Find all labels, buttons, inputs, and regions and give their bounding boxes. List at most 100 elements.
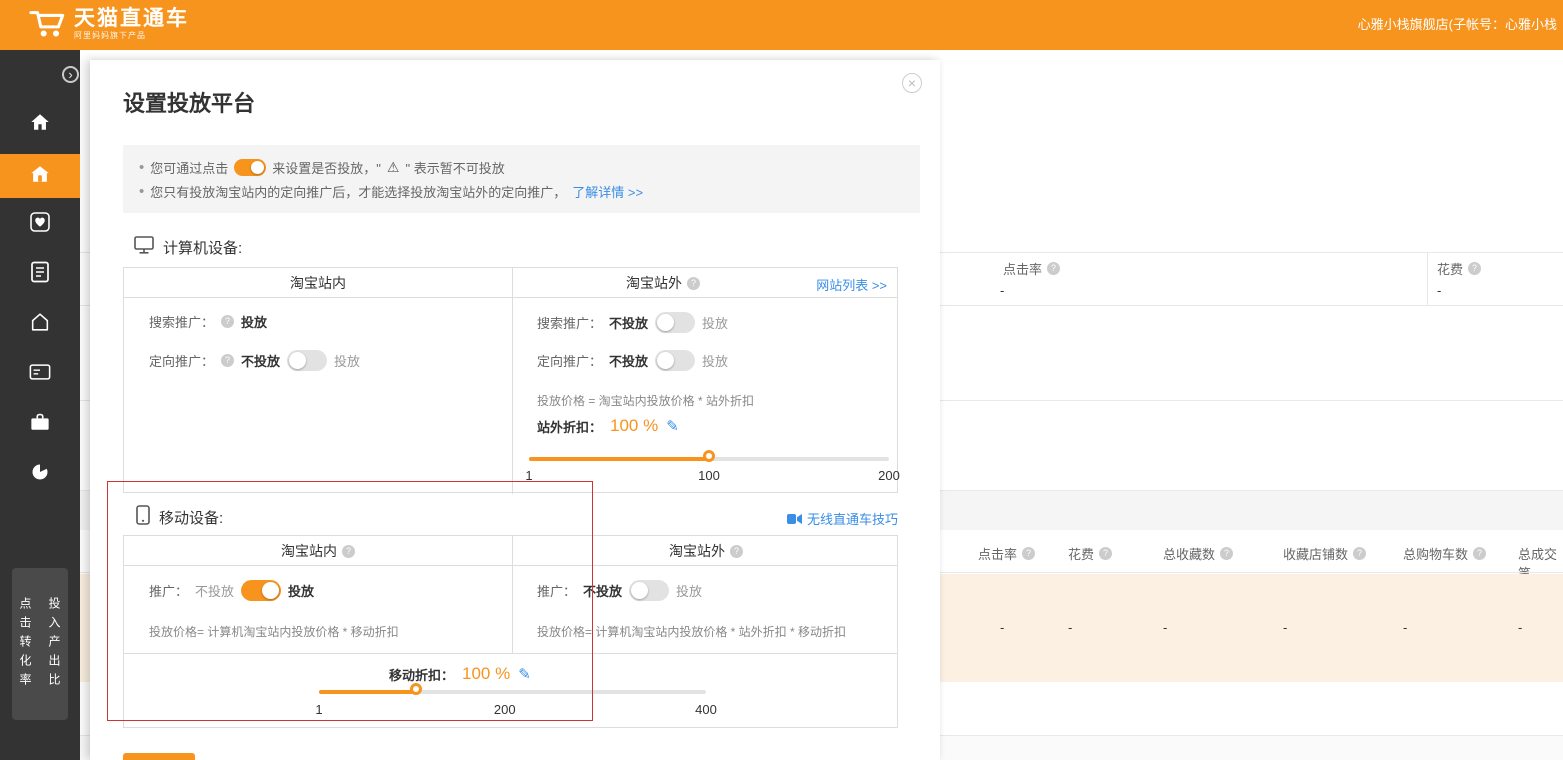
mobile-discount-label: 移动折扣： xyxy=(389,665,454,684)
target-promo-label: 定向推广： xyxy=(149,351,214,370)
mobile-section-title: 移动设备: xyxy=(159,507,223,528)
bullet-icon: • xyxy=(139,183,144,200)
mobile-discount-slider[interactable] xyxy=(319,690,706,694)
search-on-label: 投放 xyxy=(702,313,728,332)
mobile-onsite-toggle[interactable] xyxy=(241,580,281,601)
metric-roi-label: 投入产出比 xyxy=(46,597,63,692)
bg-table1-value-ctr: - xyxy=(1000,283,1004,298)
main-content: 点击率 ? 花费 ? - - 点击率 ? 花费 ? 总收藏数 ? 收藏店铺数 ?… xyxy=(80,50,1563,760)
col-header-cost: 花费 xyxy=(1437,259,1463,278)
app-header: 天猫直通车 阿里妈妈旗下产品 心雅小栈旗舰店(子帐号：心雅小栈 xyxy=(0,0,1563,50)
app-subtitle: 阿里妈妈旗下产品 xyxy=(74,30,189,41)
col-header: 总购物车数 xyxy=(1403,544,1468,563)
target-on-label: 投放 xyxy=(702,351,728,370)
edit-icon[interactable]: ✎ xyxy=(666,417,679,435)
offsite-target-toggle[interactable] xyxy=(655,350,695,371)
cell-value: - xyxy=(1163,620,1167,635)
cart-logo-icon xyxy=(28,6,66,42)
offsite-slider-labels: 1 100 200 xyxy=(529,468,889,484)
document-icon xyxy=(30,261,50,288)
metric-click-conversion-label: 点击转化率 xyxy=(17,597,34,692)
bullet-icon: • xyxy=(139,159,144,176)
col-header: 总收藏数 xyxy=(1163,544,1215,563)
info-icon[interactable]: ? xyxy=(342,545,355,558)
info-icon[interactable]: ? xyxy=(730,545,743,558)
cell-value: - xyxy=(1518,620,1522,635)
bg-table2-header: 总收藏数 ? xyxy=(1163,544,1233,563)
slider-handle[interactable] xyxy=(703,450,715,462)
pie-chart-icon xyxy=(30,462,50,487)
bg-table1-value-cost: - xyxy=(1437,283,1441,298)
sidebar-item-reports[interactable] xyxy=(0,252,80,296)
sidebar-item-tools[interactable] xyxy=(0,402,80,446)
promo-off-label: 不投放 xyxy=(195,581,234,600)
search-promo-state: 投放 xyxy=(241,312,267,331)
sidebar-metrics-panel[interactable]: 点击转化率 投入产出比 xyxy=(12,568,68,720)
slider-min-label: 1 xyxy=(525,468,532,483)
notice-line-2: • 您只有投放淘宝站内的定向推广后，才能选择投放淘宝站外的定向推广， 了解详情 … xyxy=(139,182,904,201)
sidebar-item-campaign-active[interactable] xyxy=(0,154,80,198)
sidebar-item-shop[interactable] xyxy=(0,302,80,346)
save-button[interactable] xyxy=(123,753,195,760)
learn-more-link[interactable]: 了解详情 >> xyxy=(572,182,643,201)
info-icon[interactable]: ? xyxy=(221,354,234,367)
bg-table2-header: 点击率 ? xyxy=(978,544,1035,563)
offsite-search-toggle[interactable] xyxy=(655,312,695,333)
account-name[interactable]: 心雅小栈旗舰店(子帐号：心雅小栈 xyxy=(1358,0,1557,50)
sidebar-item-data[interactable] xyxy=(0,452,80,496)
slider-max-label: 400 xyxy=(695,702,717,717)
slider-min-label: 1 xyxy=(315,702,322,717)
offsite-discount-value: 100 % xyxy=(610,416,658,436)
campaign-icon xyxy=(29,163,51,190)
promo-on-label: 投放 xyxy=(676,581,702,600)
promo-label: 推广： xyxy=(149,581,188,600)
slider-mid-label: 200 xyxy=(494,702,516,717)
col-header: 点击率 xyxy=(978,544,1017,563)
search-promo-label: 搜索推广： xyxy=(149,312,214,331)
website-list-link[interactable]: 网站列表 >> xyxy=(816,275,887,294)
col-title-text: 淘宝站外 xyxy=(626,268,682,298)
info-icon[interactable]: ? xyxy=(221,315,234,328)
mobile-offsite-header: 淘宝站外 ? xyxy=(513,536,899,566)
slider-handle[interactable] xyxy=(410,683,422,695)
edit-icon[interactable]: ✎ xyxy=(518,665,531,683)
cell-value: - xyxy=(1283,620,1287,635)
wireless-tips-link[interactable]: 无线直通车技巧 xyxy=(807,509,898,528)
offsite-price-formula: 投放价格 = 淘宝站内投放价格 * 站外折扣 xyxy=(537,392,754,409)
onsite-target-toggle[interactable] xyxy=(287,350,327,371)
notice-text: 来设置是否投放，" xyxy=(272,158,381,177)
mobile-onsite-promo-row: 推广： 不投放 投放 xyxy=(149,580,314,601)
info-icon[interactable]: ? xyxy=(1099,547,1112,560)
offsite-discount-slider[interactable] xyxy=(529,457,889,461)
example-toggle-on xyxy=(234,159,266,176)
mobile-onsite-formula: 投放价格= 计算机淘宝站内投放价格 * 移动折扣 xyxy=(149,623,399,640)
onsite-search-row: 搜索推广： ? 投放 xyxy=(149,312,267,331)
target-off-label: 不投放 xyxy=(241,351,280,370)
info-icon[interactable]: ? xyxy=(1473,547,1486,560)
info-icon[interactable]: ? xyxy=(687,277,700,290)
sidebar-item-home[interactable] xyxy=(0,102,80,146)
sidebar-expand-icon[interactable]: › xyxy=(62,66,79,83)
mobile-offsite-formula: 投放价格= 计算机淘宝站内投放价格 * 站外折扣 * 移动折扣 xyxy=(537,623,846,640)
info-icon[interactable]: ? xyxy=(1353,547,1366,560)
smartphone-icon xyxy=(136,505,150,529)
computer-platform-table: 淘宝站内 淘宝站外 ? 网站列表 >> 搜索推广： ? 投放 定向推广： ? 不… xyxy=(123,267,898,493)
close-icon[interactable]: × xyxy=(902,73,922,93)
wireless-tips-link-row: 无线直通车技巧 xyxy=(787,509,898,528)
info-icon[interactable]: ? xyxy=(1047,262,1060,275)
notice-line-1: • 您可通过点击 来设置是否投放，" ⚠ " 表示暂不可投放 xyxy=(139,158,904,177)
sidebar-item-favorites[interactable] xyxy=(0,202,80,246)
mobile-section-header: 移动设备: xyxy=(136,505,223,529)
target-promo-label: 定向推广： xyxy=(537,351,602,370)
slider-max-label: 200 xyxy=(878,468,900,483)
sidebar-item-account-card[interactable] xyxy=(0,352,80,396)
info-icon[interactable]: ? xyxy=(1220,547,1233,560)
mobile-offsite-toggle[interactable] xyxy=(629,580,669,601)
cell-value: - xyxy=(1000,620,1004,635)
info-icon[interactable]: ? xyxy=(1468,262,1481,275)
mobile-offsite-promo-row: 推广： 不投放 投放 xyxy=(537,580,702,601)
briefcase-icon xyxy=(29,412,51,437)
app-logo[interactable]: 天猫直通车 阿里妈妈旗下产品 xyxy=(28,6,189,42)
info-icon[interactable]: ? xyxy=(1022,547,1035,560)
modal-title: 设置投放平台 xyxy=(123,86,255,118)
